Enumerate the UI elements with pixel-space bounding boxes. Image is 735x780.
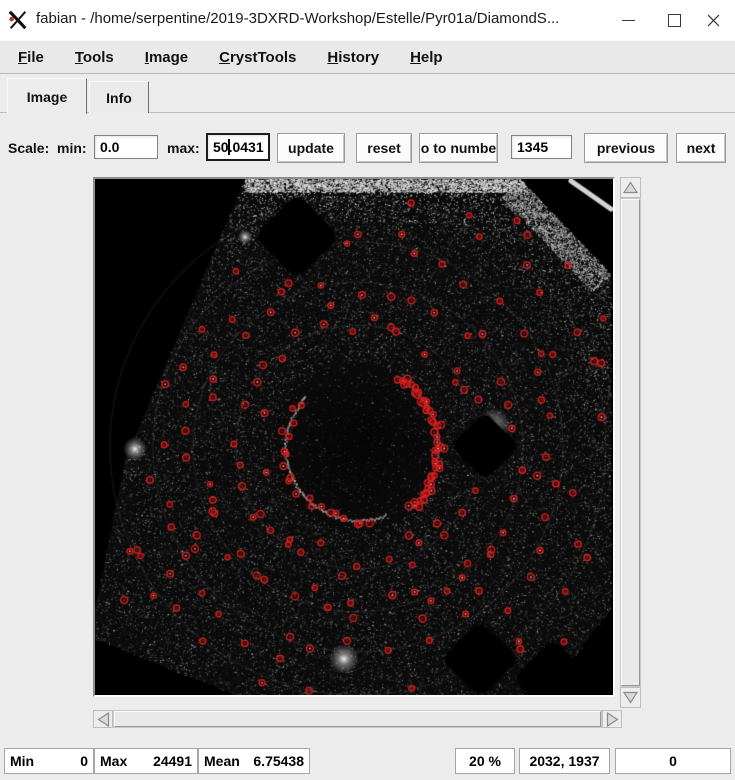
max-entry-value-head: 50 [213,139,229,155]
menu-history[interactable]: History [313,49,393,66]
status-coords-panel: 2032, 1937 [519,748,610,774]
status-zoom-panel: 20 % [455,748,515,774]
scroll-up-button[interactable] [620,177,641,198]
status-max-panel: Max 24491 [94,748,198,774]
arrow-down-icon [623,691,638,704]
maximize-button[interactable] [658,5,690,35]
scroll-left-button[interactable] [93,710,113,728]
menubar: File Tools Image CrystTools History Help [0,40,735,74]
min-label: min: [57,140,87,156]
titlebar: fabian - /home/serpentine/2019-3DXRD-Wor… [0,0,735,40]
max-label: max: [167,140,200,156]
scroll-down-button[interactable] [620,687,641,708]
status-mean-value: 6.75438 [240,753,304,769]
tab-image-label: Image [27,89,67,105]
vertical-scrollbar [620,177,641,708]
vertical-scroll-thumb[interactable] [621,199,640,686]
menu-help[interactable]: Help [396,49,457,66]
previous-button[interactable]: previous [584,133,668,163]
zoom-percent: 20 % [469,753,501,769]
scroll-right-button[interactable] [602,710,622,728]
window-title: fabian - /home/serpentine/2019-3DXRD-Wor… [36,10,559,27]
min-entry-value: 0.0 [100,139,119,155]
max-entry[interactable]: 50.0431 [206,133,270,161]
menu-crysttools[interactable]: CrystTools [205,49,310,66]
status-value-panel: 0 [615,748,731,774]
horizontal-scrollbar [93,710,622,728]
fabian-app-icon [7,9,29,31]
minimize-icon [622,20,635,21]
update-button[interactable]: update [277,133,345,163]
arrow-right-icon [606,712,619,727]
status-min-panel: Min 0 [4,748,94,774]
tab-info-label: Info [106,90,132,106]
frame-number-value: 1345 [517,139,548,155]
diffraction-image-canvas[interactable] [95,179,613,695]
detector-image-frame [93,177,615,697]
status-mean-panel: Mean 6.75438 [198,748,310,774]
frame-number-entry[interactable]: 1345 [511,135,572,159]
fabian-window: { "window": { "title": "fabian - /home/s… [0,0,735,780]
goto-number-button[interactable]: o to numbe [419,133,498,163]
arrow-up-icon [623,181,638,194]
scale-label: Scale: [8,140,49,156]
max-entry-value-tail: .0431 [229,139,264,155]
close-button[interactable] [697,5,729,35]
reset-button[interactable]: reset [356,133,412,163]
status-max-label: Max [100,753,127,769]
pixel-value: 0 [669,753,677,769]
cursor-coordinates: 2032, 1937 [529,753,599,769]
minimize-button[interactable] [612,5,644,35]
tab-image[interactable]: Image [7,78,87,114]
next-button[interactable]: next [676,133,726,163]
tab-info[interactable]: Info [89,81,149,113]
menu-image[interactable]: Image [131,49,202,66]
close-icon [707,14,720,27]
vertical-scroll-trough[interactable] [620,198,641,687]
status-mean-label: Mean [204,753,240,769]
status-min-value: 0 [34,753,88,769]
menu-file[interactable]: File [4,49,58,66]
horizontal-scroll-trough[interactable] [113,710,602,728]
maximize-icon [668,14,681,27]
status-min-label: Min [10,753,34,769]
arrow-left-icon [97,712,110,727]
min-entry[interactable]: 0.0 [94,135,158,159]
menu-tools[interactable]: Tools [61,49,128,66]
status-max-value: 24491 [127,753,192,769]
horizontal-scroll-thumb[interactable] [114,711,601,727]
